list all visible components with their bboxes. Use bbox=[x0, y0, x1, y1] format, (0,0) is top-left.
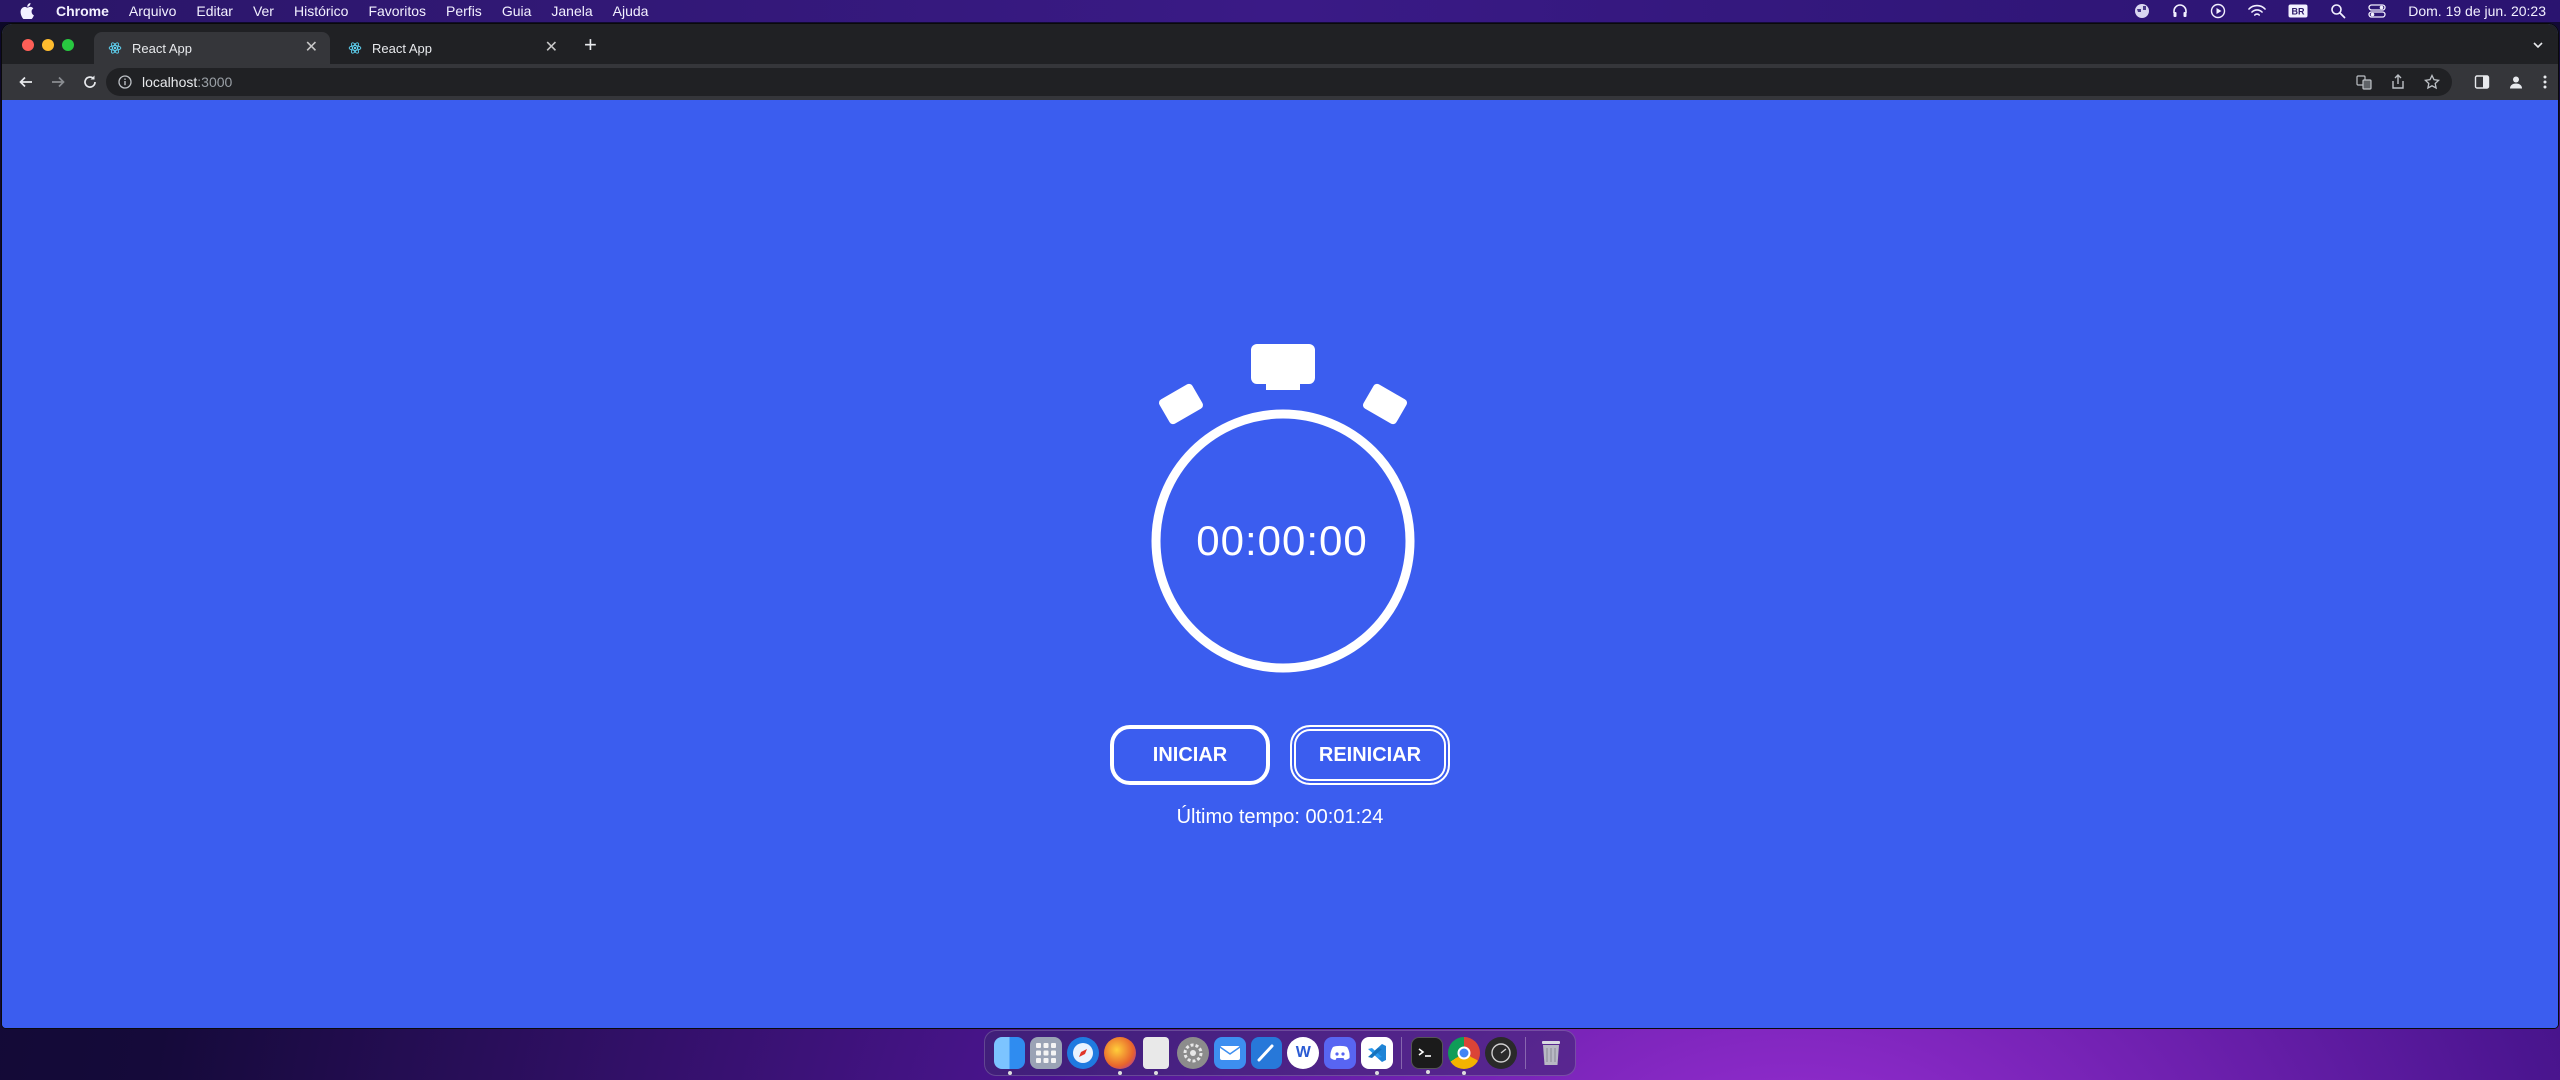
menu-bar-clock[interactable]: Dom. 19 de jun. 20:23 bbox=[2408, 3, 2546, 19]
dock-firefox-icon[interactable] bbox=[1104, 1037, 1136, 1075]
dock-activity-monitor-icon[interactable] bbox=[1484, 1037, 1517, 1069]
svg-text:BR: BR bbox=[2292, 7, 2305, 17]
menu-perfis[interactable]: Perfis bbox=[446, 3, 482, 19]
react-icon bbox=[108, 41, 122, 55]
globe-icon[interactable] bbox=[2134, 3, 2150, 19]
close-tab-icon[interactable]: ✕ bbox=[545, 40, 558, 56]
zoom-window-button[interactable] bbox=[62, 39, 74, 51]
dock-mail-icon[interactable] bbox=[1213, 1037, 1246, 1069]
menu-favoritos[interactable]: Favoritos bbox=[368, 3, 426, 19]
stopwatch-icon bbox=[1151, 344, 1415, 673]
dock-trash-icon[interactable] bbox=[1535, 1037, 1567, 1069]
dock: W bbox=[984, 1030, 1576, 1076]
more-vert-icon[interactable] bbox=[2542, 74, 2548, 90]
site-info-icon[interactable] bbox=[118, 75, 132, 89]
dock-textedit-icon[interactable] bbox=[1143, 1037, 1170, 1075]
menu-editar[interactable]: Editar bbox=[196, 3, 233, 19]
running-indicator bbox=[1425, 1070, 1430, 1074]
running-indicator bbox=[1461, 1071, 1466, 1075]
dock-finder-icon[interactable] bbox=[993, 1037, 1026, 1075]
window-controls bbox=[22, 39, 82, 51]
dock-vscode-icon[interactable] bbox=[1361, 1037, 1393, 1075]
dock-terminal-icon[interactable] bbox=[1410, 1037, 1443, 1074]
start-button[interactable]: INICIAR bbox=[1110, 725, 1270, 785]
menu-janela[interactable]: Janela bbox=[551, 3, 592, 19]
dock-separator bbox=[1525, 1037, 1527, 1069]
running-indicator bbox=[1375, 1071, 1380, 1075]
menu-ajuda[interactable]: Ajuda bbox=[613, 3, 649, 19]
play-circle-icon[interactable] bbox=[2210, 3, 2226, 19]
apple-icon[interactable] bbox=[20, 3, 34, 19]
dock-launchpad-icon[interactable] bbox=[1030, 1037, 1063, 1069]
toolbar-right bbox=[2456, 68, 2548, 96]
menu-bar-left: Chrome Arquivo Editar Ver Histórico Favo… bbox=[20, 3, 668, 19]
tab-title: React App bbox=[372, 40, 432, 56]
new-tab-plus-icon[interactable]: + bbox=[584, 34, 597, 56]
tab-search-chevron-icon[interactable] bbox=[2532, 38, 2544, 56]
page-content: 00:00:00 INICIAR REINICIAR Último tempo:… bbox=[2, 100, 2558, 1028]
input-source-icon[interactable]: BR bbox=[2288, 4, 2308, 18]
forward-arrow-icon[interactable] bbox=[44, 68, 72, 96]
share-icon[interactable] bbox=[2390, 74, 2406, 90]
running-indicator bbox=[1118, 1071, 1123, 1075]
spotlight-search-icon[interactable] bbox=[2330, 3, 2346, 19]
browser-window: React App ✕ React App ✕ + localhost:300… bbox=[2, 24, 2558, 1028]
browser-toolbar: localhost:3000 bbox=[2, 64, 2558, 100]
tab-react-app-active[interactable]: React App ✕ bbox=[94, 32, 330, 64]
menu-ver[interactable]: Ver bbox=[253, 3, 274, 19]
dock-chrome-icon[interactable] bbox=[1447, 1037, 1480, 1075]
translate-icon[interactable] bbox=[2356, 74, 2372, 90]
tab-react-app[interactable]: React App ✕ bbox=[334, 32, 570, 64]
menu-historico[interactable]: Histórico bbox=[294, 3, 348, 19]
react-icon bbox=[348, 41, 362, 55]
running-indicator bbox=[1007, 1071, 1012, 1075]
reset-button[interactable]: REINICIAR bbox=[1290, 725, 1450, 785]
stopwatch-time-display: 00:00:00 bbox=[1196, 517, 1368, 564]
headphones-icon[interactable] bbox=[2172, 3, 2188, 19]
menu-guia[interactable]: Guia bbox=[502, 3, 532, 19]
wifi-icon[interactable] bbox=[2248, 4, 2267, 18]
address-port: :3000 bbox=[197, 74, 233, 90]
dock-safari-icon[interactable] bbox=[1067, 1037, 1100, 1069]
tab-strip: React App ✕ React App ✕ + bbox=[2, 24, 2558, 64]
dock-separator bbox=[1401, 1037, 1403, 1069]
profile-avatar-icon[interactable] bbox=[2508, 74, 2524, 90]
menu-bar-status: BR Dom. 19 de jun. 20:23 bbox=[2112, 3, 2546, 19]
running-indicator bbox=[1154, 1071, 1159, 1075]
side-panel-icon[interactable] bbox=[2474, 74, 2490, 90]
dock-xcode-icon[interactable] bbox=[1250, 1037, 1283, 1069]
close-window-button[interactable] bbox=[22, 39, 34, 51]
address-host: localhost bbox=[142, 74, 198, 90]
menu-arquivo[interactable]: Arquivo bbox=[129, 3, 176, 19]
close-tab-icon[interactable]: ✕ bbox=[305, 40, 318, 56]
tab-title: React App bbox=[132, 40, 192, 56]
dock-system-preferences-icon[interactable] bbox=[1176, 1037, 1209, 1069]
minimize-window-button[interactable] bbox=[42, 39, 54, 51]
control-center-icon[interactable] bbox=[2368, 4, 2386, 18]
last-time-label: Último tempo: 00:01:24 bbox=[1176, 806, 1384, 828]
menu-bar: Chrome Arquivo Editar Ver Histórico Favo… bbox=[0, 0, 2560, 22]
back-arrow-icon[interactable] bbox=[12, 68, 40, 96]
dock-word-icon[interactable]: W bbox=[1287, 1037, 1320, 1069]
bookmark-star-icon[interactable] bbox=[2424, 74, 2440, 90]
address-bar[interactable]: localhost:3000 bbox=[106, 68, 2452, 96]
menu-app-name[interactable]: Chrome bbox=[56, 3, 109, 19]
address-bar-actions bbox=[2338, 74, 2440, 90]
reload-icon[interactable] bbox=[76, 68, 104, 96]
dock-discord-icon[interactable] bbox=[1324, 1037, 1357, 1069]
